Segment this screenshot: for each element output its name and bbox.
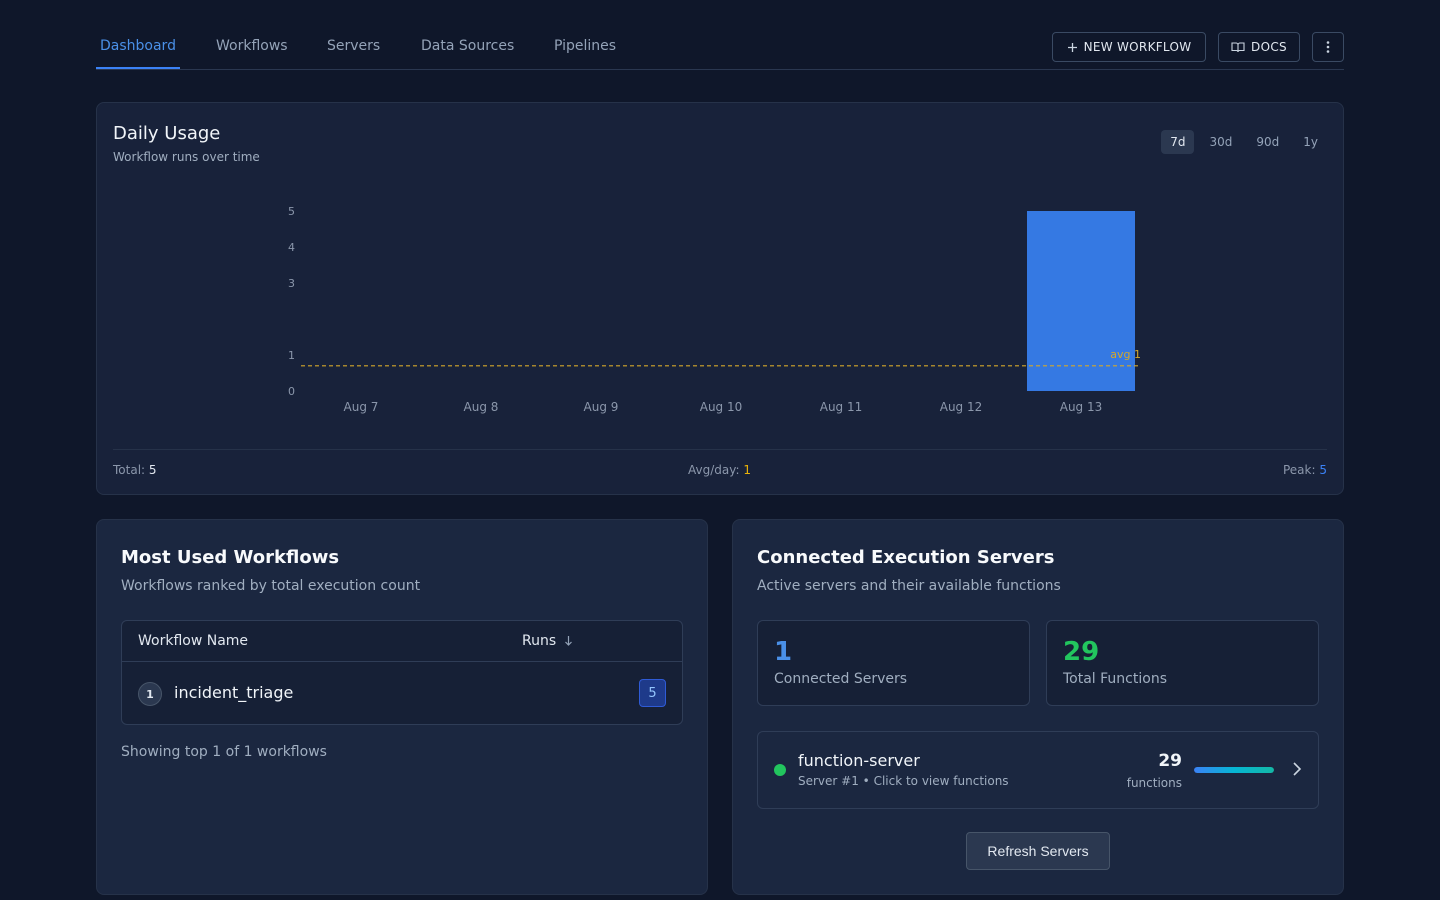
tab-servers[interactable]: Servers — [327, 38, 380, 54]
x-tick-label: Aug 9 — [584, 400, 619, 414]
server-function-count: 29 — [1158, 751, 1182, 771]
top-nav: Dashboard Workflows Servers Data Sources… — [96, 24, 1344, 70]
y-tick-label: 4 — [288, 241, 295, 254]
active-tab-indicator — [96, 67, 180, 69]
server-meta: Server #1 • Click to view functions — [798, 774, 1009, 788]
daily-usage-card: Daily Usage Workflow runs over time 7d 3… — [96, 102, 1344, 495]
new-workflow-button[interactable]: NEW WORKFLOW — [1052, 32, 1206, 62]
most-used-workflows-card: Most Used Workflows Workflows ranked by … — [96, 519, 708, 895]
docs-label: DOCS — [1251, 40, 1287, 54]
docs-button[interactable]: DOCS — [1218, 32, 1300, 62]
functions-progress-bar — [1194, 767, 1274, 773]
x-tick-label: Aug 13 — [1060, 400, 1103, 414]
plus-icon — [1067, 42, 1078, 53]
refresh-servers-button[interactable]: Refresh Servers — [966, 832, 1110, 870]
total-value: 5 — [148, 463, 157, 477]
more-vertical-icon — [1326, 40, 1330, 54]
column-runs[interactable]: Runs — [522, 633, 573, 649]
chevron-right-icon — [1292, 761, 1302, 777]
connected-servers-count: 1 — [774, 637, 793, 667]
rank-badge: 1 — [138, 682, 162, 706]
workflows-table: Workflow Name Runs 1 incident_triage 5 — [121, 620, 683, 725]
average-line-label: avg 1 — [1110, 348, 1141, 361]
peak-stat: Peak: 5 — [1283, 463, 1327, 477]
servers-card-subtitle: Active servers and their available funct… — [757, 578, 1061, 594]
server-name: function-server — [798, 751, 920, 770]
y-tick-label: 5 — [288, 205, 295, 218]
total-functions-stat: 29 Total Functions — [1046, 620, 1319, 706]
column-workflow-name[interactable]: Workflow Name — [138, 633, 248, 649]
runs-count-badge: 5 — [639, 679, 666, 707]
peak-value: 5 — [1319, 463, 1327, 477]
functions-progress-fill — [1194, 767, 1274, 773]
more-options-button[interactable] — [1312, 32, 1344, 62]
x-tick-label: Aug 8 — [464, 400, 499, 414]
arrow-down-icon — [564, 635, 573, 647]
y-tick-label: 0 — [288, 385, 295, 398]
tab-workflows[interactable]: Workflows — [216, 38, 288, 54]
chart-bar[interactable] — [1027, 211, 1135, 391]
x-tick-label: Aug 7 — [344, 400, 379, 414]
x-tick-label: Aug 12 — [940, 400, 983, 414]
avg-label: Avg/day: — [688, 463, 740, 477]
chart-footer-divider — [113, 449, 1327, 450]
book-icon — [1231, 41, 1245, 53]
column-runs-label: Runs — [522, 633, 557, 649]
peak-label: Peak: — [1282, 463, 1316, 477]
table-header: Workflow Name Runs — [122, 621, 682, 662]
total-stat: Total: 5 — [113, 463, 157, 477]
total-label: Total: — [113, 463, 146, 477]
connected-servers-stat: 1 Connected Servers — [757, 620, 1030, 706]
total-functions-label: Total Functions — [1063, 671, 1167, 687]
connected-servers-card: Connected Execution Servers Active serve… — [732, 519, 1344, 895]
avg-stat: Avg/day: 1 — [688, 463, 751, 477]
avg-value: 1 — [743, 463, 751, 477]
tab-data-sources[interactable]: Data Sources — [421, 38, 514, 54]
total-functions-count: 29 — [1063, 637, 1100, 667]
connected-servers-label: Connected Servers — [774, 671, 908, 687]
workflows-card-title: Most Used Workflows — [121, 547, 340, 568]
server-function-label: functions — [1126, 776, 1182, 790]
x-tick-label: Aug 10 — [700, 400, 743, 414]
tab-dashboard[interactable]: Dashboard — [100, 38, 176, 54]
server-list-item[interactable]: function-server Server #1 • Click to vie… — [757, 731, 1319, 809]
status-online-icon — [774, 764, 786, 776]
new-workflow-label: NEW WORKFLOW — [1083, 40, 1192, 54]
x-tick-label: Aug 11 — [820, 400, 863, 414]
workflows-footer: Showing top 1 of 1 workflows — [121, 744, 327, 760]
y-tick-label: 3 — [288, 277, 295, 290]
servers-card-title: Connected Execution Servers — [757, 547, 1055, 568]
workflow-name[interactable]: incident_triage — [174, 683, 293, 702]
tab-pipelines[interactable]: Pipelines — [554, 38, 616, 54]
usage-bar-chart: 0 1 3 4 5 Aug 7 Aug 8 Aug 9 Aug 10 Aug 11 Aug 12 Au… — [288, 205, 1141, 414]
y-tick-label: 1 — [288, 349, 295, 362]
workflows-card-subtitle: Workflows ranked by total execution coun… — [121, 578, 421, 594]
